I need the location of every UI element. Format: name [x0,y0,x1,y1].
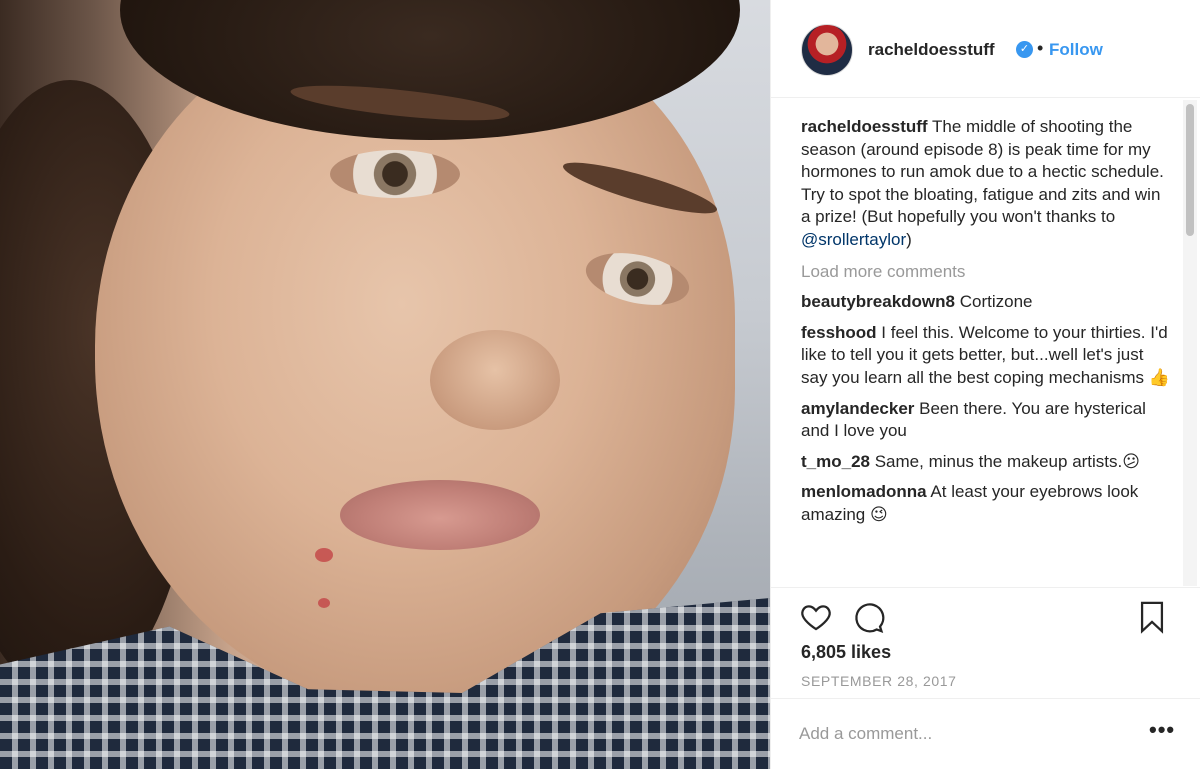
caption: racheldoesstuff The middle of shooting t… [801,116,1173,252]
photo-blemish [315,548,333,562]
load-more-comments-button[interactable]: Load more comments [801,261,1173,284]
comment-username[interactable]: amylandecker [801,399,914,418]
follow-button[interactable]: Follow [1049,40,1103,60]
caption-mention-link[interactable]: @srollertaylor [801,230,906,249]
caption-tail: ) [906,229,912,249]
thumbs-up-emoji-icon: 👍 [1148,367,1170,387]
bookmark-icon[interactable] [1137,600,1167,634]
photo-nose [430,330,560,430]
verified-badge-icon: ✓ [1016,41,1033,58]
post-header: racheldoesstuff ✓ • Follow [771,0,1200,98]
more-options-icon[interactable]: ••• [1149,719,1175,741]
comment-item: menlomadonna At least your eyebrows look… [801,481,1173,526]
comments-list[interactable]: racheldoesstuff The middle of shooting t… [801,116,1173,586]
comment-item: amylandecker Been there. You are hysteri… [801,398,1173,443]
comment-item: t_mo_28 Same, minus the makeup artists.😕 [801,451,1173,474]
header-username[interactable]: racheldoesstuff [868,40,995,60]
heart-icon[interactable] [799,600,833,634]
post-date: SEPTEMBER 28, 2017 [801,673,957,689]
post-sidebar: racheldoesstuff ✓ • Follow racheldoesstu… [770,0,1200,769]
scrollbar-thumb[interactable] [1186,104,1194,236]
comment-text: Same, minus the makeup artists. [869,451,1123,471]
avatar[interactable] [801,24,853,76]
comment-item: beautybreakdown8 Cortizone [801,291,1173,314]
add-comment-bar: ••• [771,698,1200,769]
comment-username[interactable]: t_mo_28 [801,452,870,471]
comment-text: Cortizone [955,292,1033,312]
comments-scrollbar[interactable] [1183,100,1197,586]
wink-emoji-icon: 😉 [869,504,888,524]
add-comment-input[interactable] [799,719,1129,749]
comment-username[interactable]: beautybreakdown8 [801,292,955,311]
likes-count[interactable]: 6,805 likes [801,642,891,663]
comment-username[interactable]: menlomadonna [801,482,927,501]
instagram-post: racheldoesstuff ✓ • Follow racheldoesstu… [0,0,1200,769]
photo-eye-left [330,150,460,198]
caption-username[interactable]: racheldoesstuff [801,117,928,136]
comment-icon[interactable] [851,600,885,634]
header-separator: • [1037,38,1044,58]
confused-emoji-icon: 😕 [1122,451,1140,471]
photo-lips [340,480,540,550]
photo-blemish [318,598,330,608]
post-photo[interactable] [0,0,770,769]
comment-username[interactable]: fesshood [801,323,877,342]
comment-item: fesshood I feel this. Welcome to your th… [801,322,1173,390]
